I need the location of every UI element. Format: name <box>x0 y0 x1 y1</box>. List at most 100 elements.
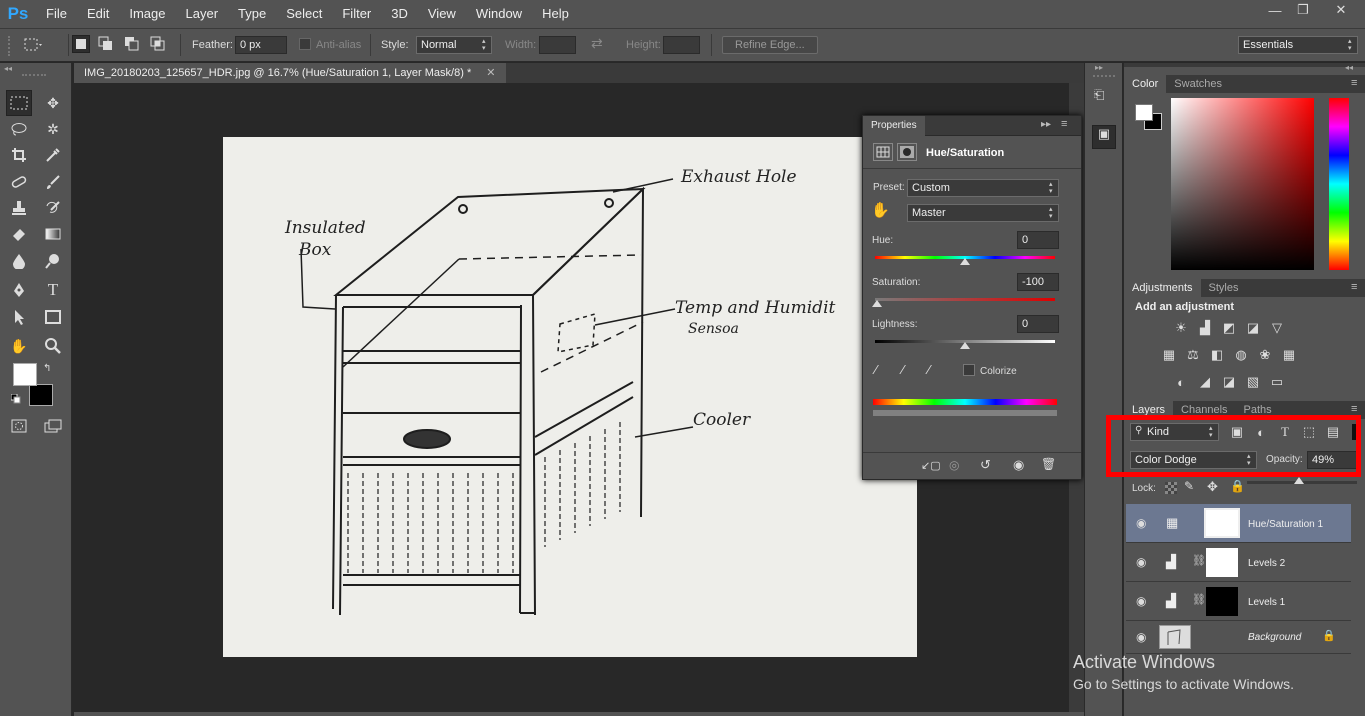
background-color-swatch[interactable] <box>29 384 53 406</box>
height-input[interactable] <box>663 36 700 54</box>
healing-brush-tool-icon[interactable] <box>6 169 32 195</box>
add-selection-icon[interactable] <box>97 35 115 53</box>
channel-mixer-icon[interactable]: ❀ <box>1255 346 1275 364</box>
magic-wand-tool-icon[interactable]: ✲ <box>40 116 66 142</box>
style-select[interactable]: Normal <box>416 36 492 54</box>
layer-row[interactable]: ◉ ▦ Hue/Saturation 1 <box>1126 504 1351 543</box>
type-tool-icon[interactable]: T <box>40 277 66 303</box>
threshold-icon[interactable]: ◪ <box>1219 373 1239 391</box>
visibility-eye-icon[interactable]: ◉ <box>1013 457 1024 473</box>
menu-type[interactable]: Type <box>228 0 276 28</box>
menu-file[interactable]: File <box>36 0 77 28</box>
color-field[interactable] <box>1171 98 1314 270</box>
collapse-icon[interactable]: ◂◂ <box>4 64 12 73</box>
tab-color[interactable]: Color <box>1124 75 1167 93</box>
path-selection-tool-icon[interactable] <box>6 304 32 330</box>
workspace-select[interactable]: Essentials <box>1238 36 1358 54</box>
lasso-tool-icon[interactable] <box>6 116 32 142</box>
visibility-eye-icon[interactable]: ◉ <box>1136 594 1146 608</box>
move-tool-icon[interactable]: ✥ <box>40 90 66 116</box>
gradient-map-icon[interactable]: ▭ <box>1267 373 1287 391</box>
brush-tool-icon[interactable] <box>40 169 66 195</box>
brightness-contrast-icon[interactable]: ☀ <box>1171 319 1191 337</box>
marquee-preset-icon[interactable] <box>22 36 44 54</box>
zoom-tool-icon[interactable] <box>40 333 66 359</box>
crop-tool-icon[interactable] <box>6 142 32 168</box>
reset-icon[interactable]: ↺ <box>980 457 991 473</box>
menu-filter[interactable]: Filter <box>332 0 381 28</box>
lock-transparency-icon[interactable] <box>1165 482 1177 494</box>
foreground-color-swatch[interactable] <box>13 363 37 386</box>
saturation-slider-thumb[interactable] <box>872 300 882 307</box>
layer-row[interactable]: ◉ ▟ ⛓ Levels 1 <box>1126 582 1351 621</box>
curves-icon[interactable]: ◩ <box>1219 319 1239 337</box>
fill-slider-thumb[interactable] <box>1294 477 1304 484</box>
document-canvas[interactable]: Exhaust Hole Insulated Box Temp and Humi… <box>223 137 917 657</box>
document-tab[interactable]: IMG_20180203_125657_HDR.jpg @ 16.7% (Hue… <box>74 63 506 83</box>
default-colors-icon[interactable] <box>10 393 21 404</box>
saturation-slider-track[interactable] <box>875 298 1055 301</box>
visibility-eye-icon[interactable]: ◉ <box>1136 630 1146 644</box>
vibrance-icon[interactable]: ▽ <box>1267 319 1287 337</box>
layer-thumbnail[interactable] <box>1159 625 1191 649</box>
intersect-selection-icon[interactable] <box>149 35 167 53</box>
link-icon[interactable]: ⛓ <box>1192 554 1206 567</box>
targeted-adjustment-hand-icon[interactable]: ✋ <box>871 201 899 223</box>
properties-panel-icon[interactable]: ▣ <box>1092 125 1116 149</box>
swap-icon[interactable]: ⇄ <box>591 35 603 52</box>
exposure-icon[interactable]: ◪ <box>1243 319 1263 337</box>
black-white-icon[interactable]: ◧ <box>1207 346 1227 364</box>
feather-input[interactable]: 0 px <box>235 36 287 54</box>
hue-input[interactable]: 0 <box>1017 231 1059 249</box>
menu-view[interactable]: View <box>418 0 466 28</box>
eyedropper-icon[interactable]: ⁄ <box>875 362 877 377</box>
layer-row[interactable]: ◉ Background 🔒 <box>1126 621 1351 654</box>
menu-select[interactable]: Select <box>276 0 332 28</box>
hue-strip[interactable] <box>1329 98 1349 270</box>
layer-row[interactable]: ◉ ▟ ⛓ Levels 2 <box>1126 543 1351 582</box>
visibility-eye-icon[interactable]: ◉ <box>1136 555 1146 569</box>
subtract-selection-icon[interactable] <box>123 35 141 53</box>
minimize-button[interactable]: — <box>1261 0 1289 20</box>
panel-menu-icon[interactable]: ≡ <box>1061 118 1067 130</box>
quick-mask-icon[interactable] <box>6 413 32 439</box>
close-button[interactable]: ✕ <box>1317 0 1365 20</box>
clone-stamp-tool-icon[interactable] <box>6 195 32 221</box>
eyedropper-tool-icon[interactable] <box>40 142 66 168</box>
menu-edit[interactable]: Edit <box>77 0 119 28</box>
collapse-icon[interactable]: ◂◂ <box>1345 63 1353 72</box>
tab-styles[interactable]: Styles <box>1201 279 1247 297</box>
lightness-input[interactable]: 0 <box>1017 315 1059 333</box>
collapse-panel-icon[interactable]: ▸▸ <box>1041 119 1051 130</box>
levels-icon[interactable]: ▟ <box>1195 319 1215 337</box>
delete-icon[interactable]: 🗑 <box>1041 457 1056 471</box>
saturation-input[interactable]: -100 <box>1017 273 1059 291</box>
lock-position-icon[interactable]: ✥ <box>1207 479 1218 495</box>
rectangular-marquee-tool-icon[interactable] <box>6 90 32 116</box>
view-previous-state-icon[interactable]: ◎ <box>949 458 959 472</box>
gradient-tool-icon[interactable] <box>40 221 66 247</box>
swap-colors-icon[interactable]: ↰ <box>43 363 51 374</box>
lock-all-icon[interactable]: 🔒 <box>1230 479 1245 493</box>
panel-menu-icon[interactable]: ≡ <box>1351 77 1357 89</box>
channel-select[interactable]: Master <box>907 204 1059 222</box>
photo-filter-icon[interactable]: ◍ <box>1231 346 1251 364</box>
hue-slider-thumb[interactable] <box>960 258 970 265</box>
panel-menu-icon[interactable]: ≡ <box>1351 403 1357 415</box>
close-tab-icon[interactable]: ✕ <box>486 67 495 79</box>
color-balance-icon[interactable]: ⚖ <box>1183 346 1203 364</box>
refine-edge-button[interactable]: Refine Edge... <box>722 36 818 54</box>
blur-tool-icon[interactable] <box>6 248 32 274</box>
eraser-tool-icon[interactable] <box>6 221 32 247</box>
hue-saturation-adjustment-icon[interactable] <box>873 143 893 161</box>
layer-mask-thumbnail[interactable] <box>1206 587 1238 616</box>
menu-window[interactable]: Window <box>466 0 532 28</box>
rectangle-tool-icon[interactable] <box>40 304 66 330</box>
screen-mode-icon[interactable] <box>40 413 66 439</box>
history-panel-icon[interactable]: ⎗ <box>1094 87 1116 109</box>
restore-button[interactable]: ❐ <box>1289 0 1317 20</box>
layer-mask-thumbnail[interactable] <box>1204 508 1240 538</box>
link-icon[interactable]: ⛓ <box>1192 593 1206 606</box>
clip-to-layer-icon[interactable]: ↙▢ <box>921 459 941 472</box>
selective-color-icon[interactable]: ▧ <box>1243 373 1263 391</box>
